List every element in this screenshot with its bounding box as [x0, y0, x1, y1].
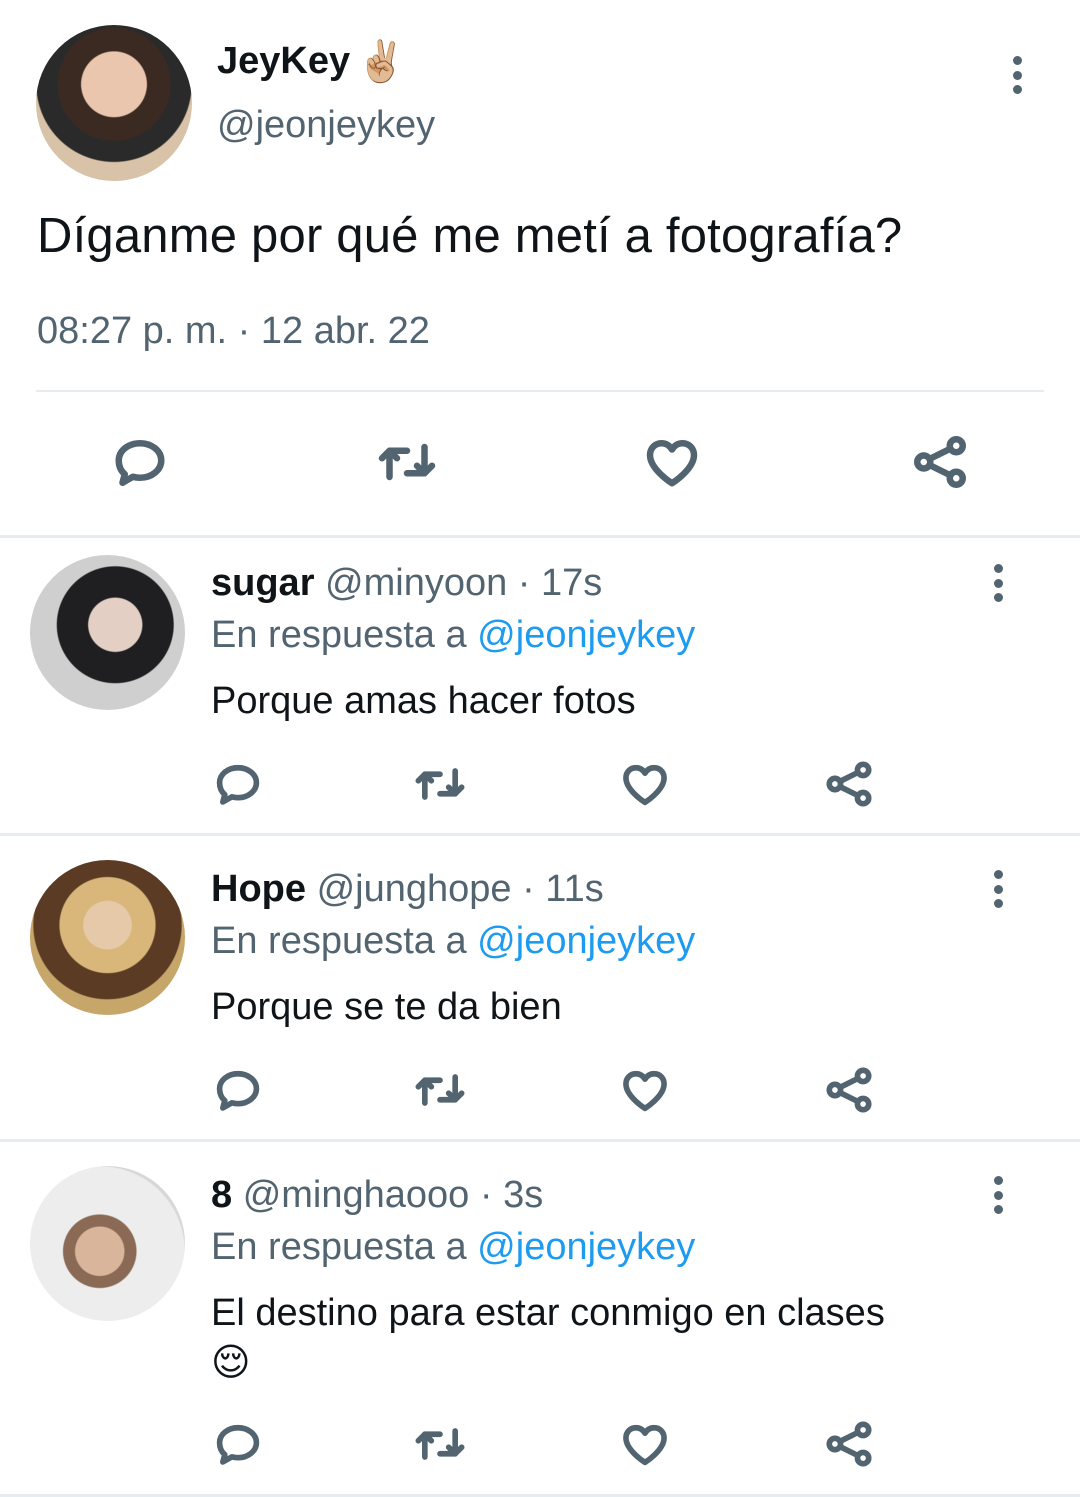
share-icon — [826, 761, 872, 807]
victory-hand-emoji: ✌🏼 — [356, 40, 406, 84]
reply-button[interactable] — [212, 1416, 264, 1472]
display-name[interactable]: sugar — [211, 562, 314, 604]
retweet-icon — [415, 1074, 465, 1106]
more-vertical-icon[interactable] — [1005, 56, 1029, 94]
like-button[interactable] — [618, 1062, 672, 1118]
replying-to: En respuesta a @jeonjeykey — [211, 614, 695, 657]
more-vertical-icon[interactable] — [986, 1176, 1010, 1214]
reply-button[interactable] — [108, 430, 172, 494]
tweet-timestamp: 08:27 p. m. · 12 abr. 22 — [37, 310, 430, 352]
more-vertical-icon[interactable] — [986, 564, 1010, 602]
retweet-icon — [415, 1428, 465, 1460]
relieved-face-emoji: 😌 — [211, 1342, 251, 1384]
replying-to-label: En respuesta a — [211, 920, 478, 962]
share-button[interactable] — [822, 1062, 876, 1118]
retweet-icon — [378, 443, 436, 481]
replying-to-label: En respuesta a — [211, 614, 478, 656]
avatar[interactable] — [30, 860, 185, 1015]
main-tweet: JeyKey ✌🏼 @jeonjeykey Díganme por qué me… — [0, 0, 1080, 535]
tweet-actions — [0, 430, 1080, 500]
tweet-text: Porque se te da bien — [211, 986, 562, 1028]
tweet-text: Porque amas hacer fotos — [211, 680, 636, 722]
heart-icon — [646, 440, 698, 487]
display-name-text: JeyKey — [217, 40, 351, 82]
reply-header: sugar @minyoon · 17s — [211, 562, 602, 605]
avatar[interactable] — [36, 25, 192, 181]
display-name[interactable]: 8 — [211, 1174, 232, 1216]
tweet-text: El destino para estar conmigo en clases … — [211, 1288, 1031, 1388]
display-name[interactable]: Hope — [211, 868, 306, 910]
avatar[interactable] — [30, 555, 185, 710]
like-button[interactable] — [618, 1416, 672, 1472]
reply-button[interactable] — [212, 756, 264, 812]
retweet-button[interactable] — [372, 430, 442, 494]
share-button[interactable] — [908, 430, 972, 494]
avatar[interactable] — [30, 1166, 185, 1321]
reply-icon — [216, 1424, 260, 1465]
tweet-actions — [0, 756, 1080, 816]
reply-tweet[interactable]: sugar @minyoon · 17s En respuesta a @jeo… — [0, 538, 1080, 833]
like-button[interactable] — [618, 756, 672, 812]
mention-link[interactable]: @jeonjeykey — [477, 920, 695, 962]
replying-to-label: En respuesta a — [211, 1226, 478, 1268]
tweet-text: Díganme por qué me metí a fotografía? — [37, 209, 903, 263]
reply-icon — [216, 764, 260, 805]
replying-to: En respuesta a @jeonjeykey — [211, 1226, 695, 1269]
heart-icon — [623, 764, 667, 806]
divider — [36, 390, 1044, 392]
reply-tweet[interactable]: 8 @minghaooo · 3s En respuesta a @jeonje… — [0, 1142, 1080, 1494]
retweet-icon — [415, 768, 465, 800]
display-name[interactable]: JeyKey ✌🏼 — [217, 38, 406, 85]
reply-icon — [216, 1070, 260, 1111]
retweet-button[interactable] — [410, 1416, 470, 1472]
reply-button[interactable] — [212, 1062, 264, 1118]
handle-and-time: @minghaooo · 3s — [242, 1174, 544, 1216]
like-button[interactable] — [640, 430, 704, 494]
share-icon — [826, 1421, 872, 1467]
tweet-text-content: El destino para estar conmigo en clases — [211, 1292, 885, 1334]
reply-icon — [115, 440, 165, 486]
user-handle[interactable]: @jeonjeykey — [217, 104, 435, 147]
handle-and-time: @minyoon · 17s — [325, 562, 603, 604]
mention-link[interactable]: @jeonjeykey — [477, 614, 695, 656]
tweet-actions — [0, 1416, 1080, 1476]
handle-and-time: @junghope · 11s — [316, 868, 604, 910]
share-icon — [826, 1067, 872, 1113]
reply-header: Hope @junghope · 11s — [211, 868, 604, 911]
reply-header: 8 @minghaooo · 3s — [211, 1174, 543, 1217]
share-icon — [914, 436, 966, 488]
mention-link[interactable]: @jeonjeykey — [477, 1226, 695, 1268]
share-button[interactable] — [822, 1416, 876, 1472]
heart-icon — [623, 1070, 667, 1112]
share-button[interactable] — [822, 756, 876, 812]
tweet-actions — [0, 1062, 1080, 1122]
retweet-button[interactable] — [410, 756, 470, 812]
more-vertical-icon[interactable] — [986, 870, 1010, 908]
reply-tweet[interactable]: Hope @junghope · 11s En respuesta a @jeo… — [0, 836, 1080, 1139]
replying-to: En respuesta a @jeonjeykey — [211, 920, 695, 963]
heart-icon — [623, 1424, 667, 1466]
retweet-button[interactable] — [410, 1062, 470, 1118]
